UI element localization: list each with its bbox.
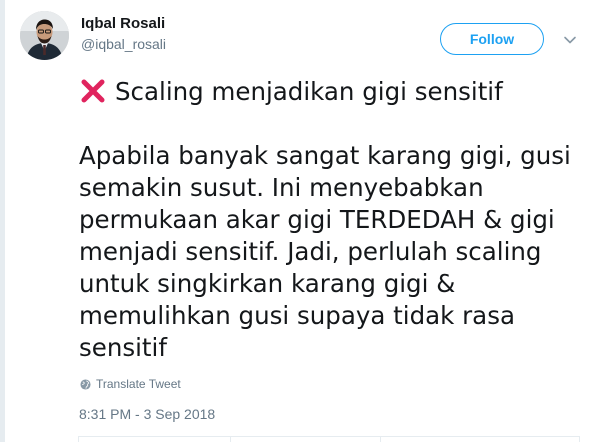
tweet-body-line: semakin susut. Ini menyebabkan xyxy=(79,173,484,202)
tweet-body-line: Apabila banyak sangat karang gigi, gusi xyxy=(79,141,571,170)
tweet-timestamp[interactable]: 8:31 PM - 3 Sep 2018 xyxy=(79,406,215,422)
tweet-body-line: memulihkan gusi supaya tidak rasa xyxy=(79,301,515,330)
author-display-name[interactable]: Iqbal Rosali xyxy=(81,14,166,34)
avatar-photo-icon xyxy=(20,11,69,60)
globe-icon xyxy=(80,378,91,390)
avatar[interactable] xyxy=(20,11,69,60)
tweet-headline-line: Scaling menjadikan gigi sensitif xyxy=(79,76,594,108)
chevron-down-icon[interactable] xyxy=(563,33,577,47)
follow-button[interactable]: Follow xyxy=(440,23,544,55)
tweet-body-line: menjadi sensitif. Jadi, perlulah scaling xyxy=(79,237,542,266)
translate-tweet-link[interactable]: Translate Tweet xyxy=(80,377,181,391)
divider xyxy=(78,436,580,437)
tweet-body-line: permukaan akar gigi TERDEDAH & gigi xyxy=(79,205,555,234)
divider-tick xyxy=(380,437,381,442)
translate-tweet-label: Translate Tweet xyxy=(96,377,181,391)
tweet-headline: Scaling menjadikan gigi sensitif xyxy=(115,77,503,106)
divider-tick xyxy=(230,437,231,442)
tweet-body-line: sensitif xyxy=(79,333,167,362)
divider-tick xyxy=(579,437,580,442)
tweet-body-line: untuk singkirkan karang gigi & xyxy=(79,269,456,298)
divider-tick xyxy=(78,437,79,442)
tweet-card: Iqbal Rosali @iqbal_rosali Follow Scalin… xyxy=(0,0,603,442)
author-username[interactable]: @iqbal_rosali xyxy=(81,35,166,53)
tweet-text: Scaling menjadikan gigi sensitif Apabila… xyxy=(79,76,594,364)
cross-mark-icon xyxy=(81,79,105,103)
author-block: Iqbal Rosali @iqbal_rosali xyxy=(81,14,166,53)
thread-line xyxy=(0,0,5,442)
